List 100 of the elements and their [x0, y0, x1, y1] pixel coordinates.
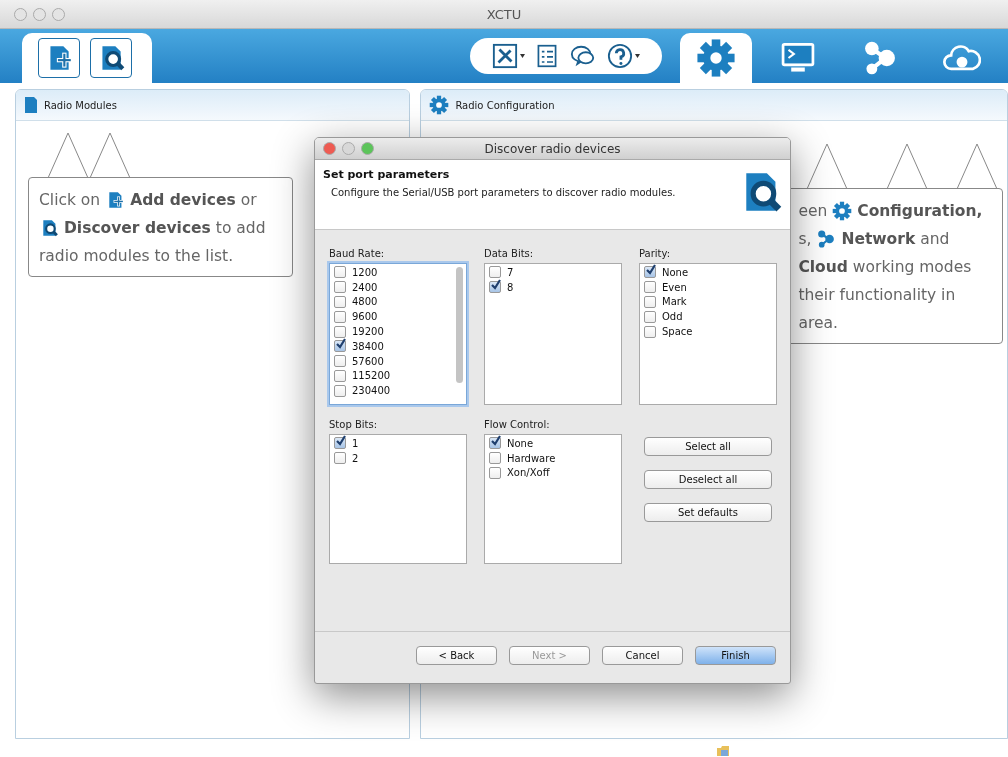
network-icon — [816, 229, 837, 249]
checkbox[interactable] — [489, 437, 501, 450]
checkbox[interactable] — [334, 384, 346, 397]
checkbox[interactable] — [489, 467, 501, 479]
window-control[interactable] — [52, 7, 65, 21]
checkbox[interactable] — [334, 340, 346, 353]
callout-text: area. — [798, 313, 838, 334]
option-label: 2400 — [352, 281, 378, 293]
panel-title: Radio Configuration — [455, 99, 555, 111]
wizard-button[interactable]: Cancel — [602, 646, 683, 665]
dialog-heading: Set port parameters — [323, 168, 451, 181]
window-title: XCTU — [486, 6, 522, 22]
checkbox[interactable] — [334, 369, 346, 382]
caret-icon — [635, 54, 640, 58]
mode-tab[interactable] — [680, 33, 752, 83]
checkbox[interactable] — [489, 452, 501, 465]
option-label: Xon/Xoff — [507, 467, 550, 479]
check-icon — [645, 264, 656, 276]
checkbox-list[interactable]: 7 8 — [484, 263, 622, 405]
window-control[interactable] — [342, 142, 355, 155]
checkbox[interactable] — [644, 325, 656, 338]
option-label: Odd — [662, 311, 683, 323]
settings-icon — [429, 95, 450, 115]
checkbox-list[interactable]: None Hardware Xon/Xoff — [484, 434, 622, 564]
action-button[interactable]: Set defaults — [644, 503, 772, 522]
check-icon — [335, 338, 346, 350]
checkbox[interactable] — [334, 325, 346, 338]
settings-icon — [696, 38, 736, 78]
link-label: Network — [841, 229, 916, 250]
option-label: None — [507, 437, 534, 449]
checkbox[interactable] — [644, 266, 656, 279]
caret-icon — [520, 54, 525, 58]
checkbox[interactable] — [334, 437, 346, 450]
chat-icon — [569, 43, 597, 69]
toolbar-button[interactable] — [38, 38, 80, 78]
checkbox[interactable] — [334, 310, 346, 323]
link-label: Cloud — [798, 257, 848, 278]
checklist-icon — [535, 43, 559, 69]
tool-button[interactable] — [490, 43, 527, 69]
action-button[interactable]: Select all — [644, 437, 772, 456]
link-label: Configuration, — [857, 201, 983, 222]
checkbox[interactable] — [489, 281, 501, 294]
checkbox[interactable] — [334, 296, 346, 308]
checkbox[interactable] — [489, 266, 501, 279]
folder-icon[interactable] — [716, 744, 730, 757]
panel-title: Radio Modules — [44, 99, 117, 111]
check-icon — [490, 435, 501, 447]
option-label: Even — [662, 281, 687, 293]
option-label: Hardware — [507, 452, 556, 464]
option-label: 230400 — [352, 385, 391, 397]
group-label: Flow Control: — [484, 419, 551, 430]
callout-text: their — [798, 285, 835, 306]
group-label: Baud Rate: — [329, 248, 386, 259]
callout-text: radio modules to the list. — [39, 246, 234, 267]
checkbox[interactable] — [644, 296, 656, 308]
link-label: Discover devices — [64, 218, 211, 239]
tool-button[interactable] — [605, 43, 642, 69]
checkbox[interactable] — [644, 281, 656, 294]
link-label: Add devices — [130, 190, 236, 211]
zoom-button[interactable] — [361, 142, 374, 155]
checkbox[interactable] — [644, 310, 656, 323]
checkbox[interactable] — [334, 281, 346, 294]
option-label: 2 — [352, 452, 359, 464]
checkbox-list[interactable]: 1200 2400 4800 9600 19200 38400 57600 115200 230400 — [329, 263, 467, 405]
option-label: 9600 — [352, 311, 378, 323]
callout-text: to add — [215, 218, 266, 239]
module-icon — [24, 96, 38, 114]
checkbox[interactable] — [334, 266, 346, 279]
option-label: 38400 — [352, 340, 384, 352]
tools-icon — [492, 43, 518, 69]
callout-text: or — [240, 190, 257, 211]
toolbar-button[interactable] — [90, 38, 132, 78]
option-label: Mark — [662, 296, 687, 308]
option-label: 7 — [507, 266, 514, 278]
callout-text: working modes — [852, 257, 972, 278]
dialog-subtitle: Configure the Serial/USB port parameters to discover radio modules. — [331, 187, 676, 198]
wizard-button[interactable]: < Back — [416, 646, 497, 665]
option-label: 1200 — [352, 266, 378, 278]
checkbox[interactable] — [334, 355, 346, 368]
option-label: 57600 — [352, 355, 384, 367]
option-label: 1 — [352, 437, 359, 449]
check-icon — [490, 279, 501, 291]
help-icon — [607, 43, 633, 69]
action-button[interactable]: Deselect all — [644, 470, 772, 489]
option-label: 115200 — [352, 370, 391, 382]
option-label: 4800 — [352, 296, 378, 308]
window-control[interactable] — [33, 7, 46, 21]
checkbox[interactable] — [334, 452, 346, 465]
checkbox-list[interactable]: 1 2 — [329, 434, 467, 564]
wizard-button[interactable]: Finish — [695, 646, 776, 665]
close-button[interactable] — [323, 142, 336, 155]
scrollbar[interactable] — [456, 267, 463, 383]
option-label: Space — [662, 326, 693, 338]
window-control[interactable] — [14, 7, 27, 21]
checkbox-list[interactable]: None Even Mark Odd Space — [639, 263, 777, 405]
option-label: 19200 — [352, 326, 384, 338]
option-label: None — [662, 266, 689, 278]
option-label: 8 — [507, 281, 514, 293]
callout-text: een — [798, 201, 828, 222]
group-label: Stop Bits: — [329, 419, 379, 430]
